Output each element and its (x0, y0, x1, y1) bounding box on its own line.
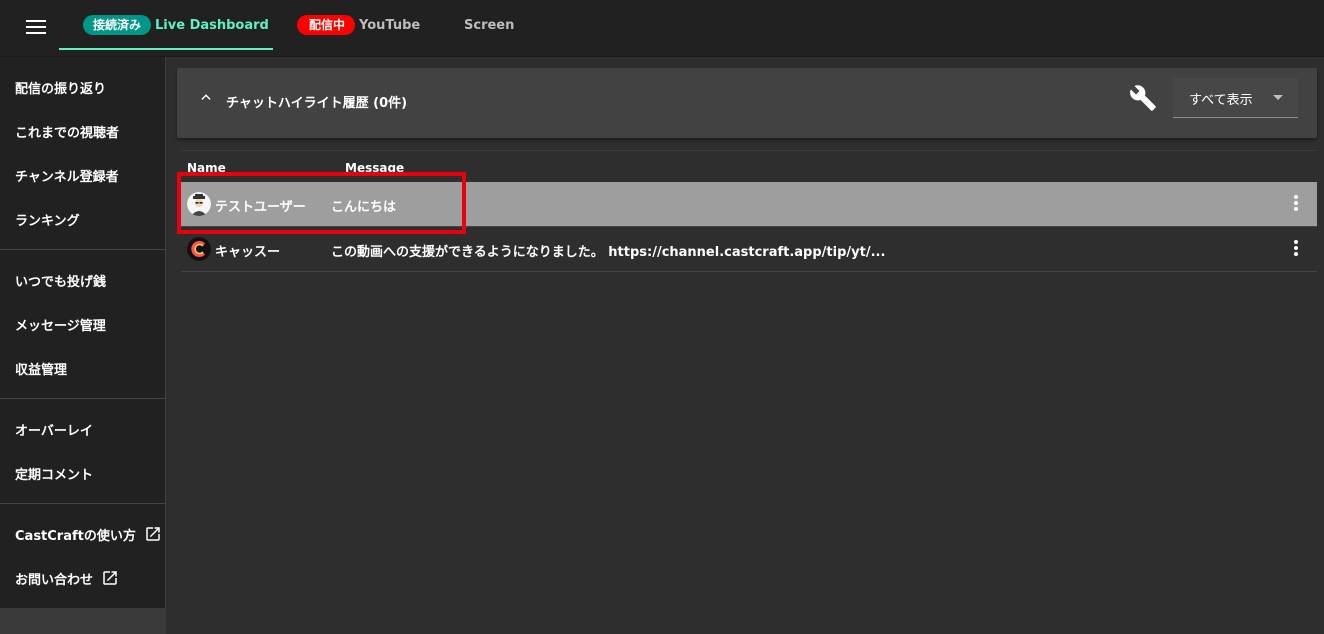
external-link-icon (146, 527, 160, 541)
sidebar-item-label: 収益管理 (15, 362, 68, 378)
connected-chip: 接続済み (83, 15, 152, 35)
sidebar-item-label: CastCraftの使い方 (15, 528, 136, 544)
chevron-up-icon[interactable] (199, 90, 213, 104)
tab-label: YouTube (359, 17, 421, 33)
sidebar-item-label: これまでの視聴者 (15, 125, 120, 141)
sidebar-item-how-to-use[interactable]: CastCraftの使い方 (0, 512, 165, 556)
table-header: Name Message (181, 150, 1317, 182)
more-vert-icon[interactable] (1293, 195, 1299, 215)
sidebar-item-tip-anytime[interactable]: いつでも投げ銭 (0, 258, 165, 302)
table-row[interactable]: テストユーザー こんにちは (181, 182, 1317, 227)
sidebar-item-revenue-management[interactable]: 収益管理 (0, 346, 165, 390)
row-user-name: テストユーザー (215, 200, 306, 215)
dropdown-arrow-icon (1273, 95, 1283, 100)
tab-screen[interactable]: Screen (464, 0, 514, 50)
tab-live-dashboard[interactable]: 接続済み Live Dashboard (59, 0, 273, 50)
table-row[interactable]: キャッスー この動画への支援ができるようになりました。 https://chan… (181, 227, 1317, 272)
sidebar-item-label: いつでも投げ銭 (15, 274, 107, 290)
filter-selected-value: すべて表示 (1189, 93, 1253, 108)
sidebar-item-stream-review[interactable]: 配信の振り返り (0, 65, 165, 109)
tab-youtube[interactable]: 配信中 YouTube (297, 0, 420, 50)
app-root: 接続済み Live Dashboard 配信中 YouTube Screen 配… (0, 0, 1324, 634)
sidebar-item-scheduled-comments[interactable]: 定期コメント (0, 451, 165, 495)
test-user-avatar-icon (187, 192, 211, 216)
top-bar: 接続済み Live Dashboard 配信中 YouTube Screen (0, 0, 1324, 57)
live-status-chip: 配信中 (297, 15, 356, 35)
nav-group-help: CastCraftの使い方 お問い合わせ (0, 504, 165, 608)
panel-title: チャットハイライト履歴 (0件) (226, 96, 408, 111)
sidebar-item-past-viewers[interactable]: これまでの視聴者 (0, 109, 165, 153)
sidebar-item-ranking[interactable]: ランキング (0, 197, 165, 241)
external-link-icon (103, 571, 117, 585)
column-header-name: Name (187, 161, 226, 175)
chat-highlight-panel-header: チャットハイライト履歴 (0件) すべて表示 (177, 68, 1317, 138)
sidebar-item-label: メッセージ管理 (15, 318, 106, 334)
column-header-message: Message (345, 161, 405, 175)
sidebar-item-subscribers[interactable]: チャンネル登録者 (0, 153, 165, 197)
display-filter-select[interactable]: すべて表示 (1173, 78, 1298, 118)
sidebar-item-label: チャンネル登録者 (15, 169, 119, 185)
sidebar-item-label: 配信の振り返り (15, 81, 107, 97)
sidebar-item-label: ランキング (15, 213, 80, 229)
tab-label: Screen (464, 17, 515, 33)
sidebar-item-label: オーバーレイ (15, 423, 93, 439)
sidebar-footer (0, 608, 166, 634)
hamburger-menu-icon[interactable] (26, 20, 46, 36)
row-message: この動画への支援ができるようになりました。 https://channel.ca… (331, 245, 886, 260)
nav-group-overlay: オーバーレイ 定期コメント (0, 399, 165, 504)
castcraft-logo-avatar-icon (187, 237, 211, 261)
wrench-icon[interactable] (1129, 84, 1157, 112)
row-message: こんにちは (331, 200, 397, 215)
chat-highlight-table: Name Message テストユーザー こんにちは キャッスー この動画への支… (181, 150, 1317, 272)
nav-group-analytics: 配信の振り返り これまでの視聴者 チャンネル登録者 ランキング (0, 57, 165, 250)
tab-label: Live Dashboard (155, 17, 269, 33)
row-user-name: キャッスー (215, 245, 281, 260)
sidebar-item-overlay[interactable]: オーバーレイ (0, 407, 165, 451)
sidebar-item-message-management[interactable]: メッセージ管理 (0, 302, 165, 346)
more-vert-icon[interactable] (1293, 240, 1299, 260)
sidebar-item-label: 定期コメント (15, 467, 94, 483)
sidebar-item-label: お問い合わせ (15, 572, 94, 588)
sidebar-item-contact[interactable]: お問い合わせ (0, 556, 165, 600)
nav-group-monetization: いつでも投げ銭 メッセージ管理 収益管理 (0, 250, 165, 399)
main-content: チャットハイライト履歴 (0件) すべて表示 Name Message テストユ… (166, 57, 1324, 634)
sidebar: 配信の振り返り これまでの視聴者 チャンネル登録者 ランキング いつでも投げ銭 … (0, 57, 166, 634)
